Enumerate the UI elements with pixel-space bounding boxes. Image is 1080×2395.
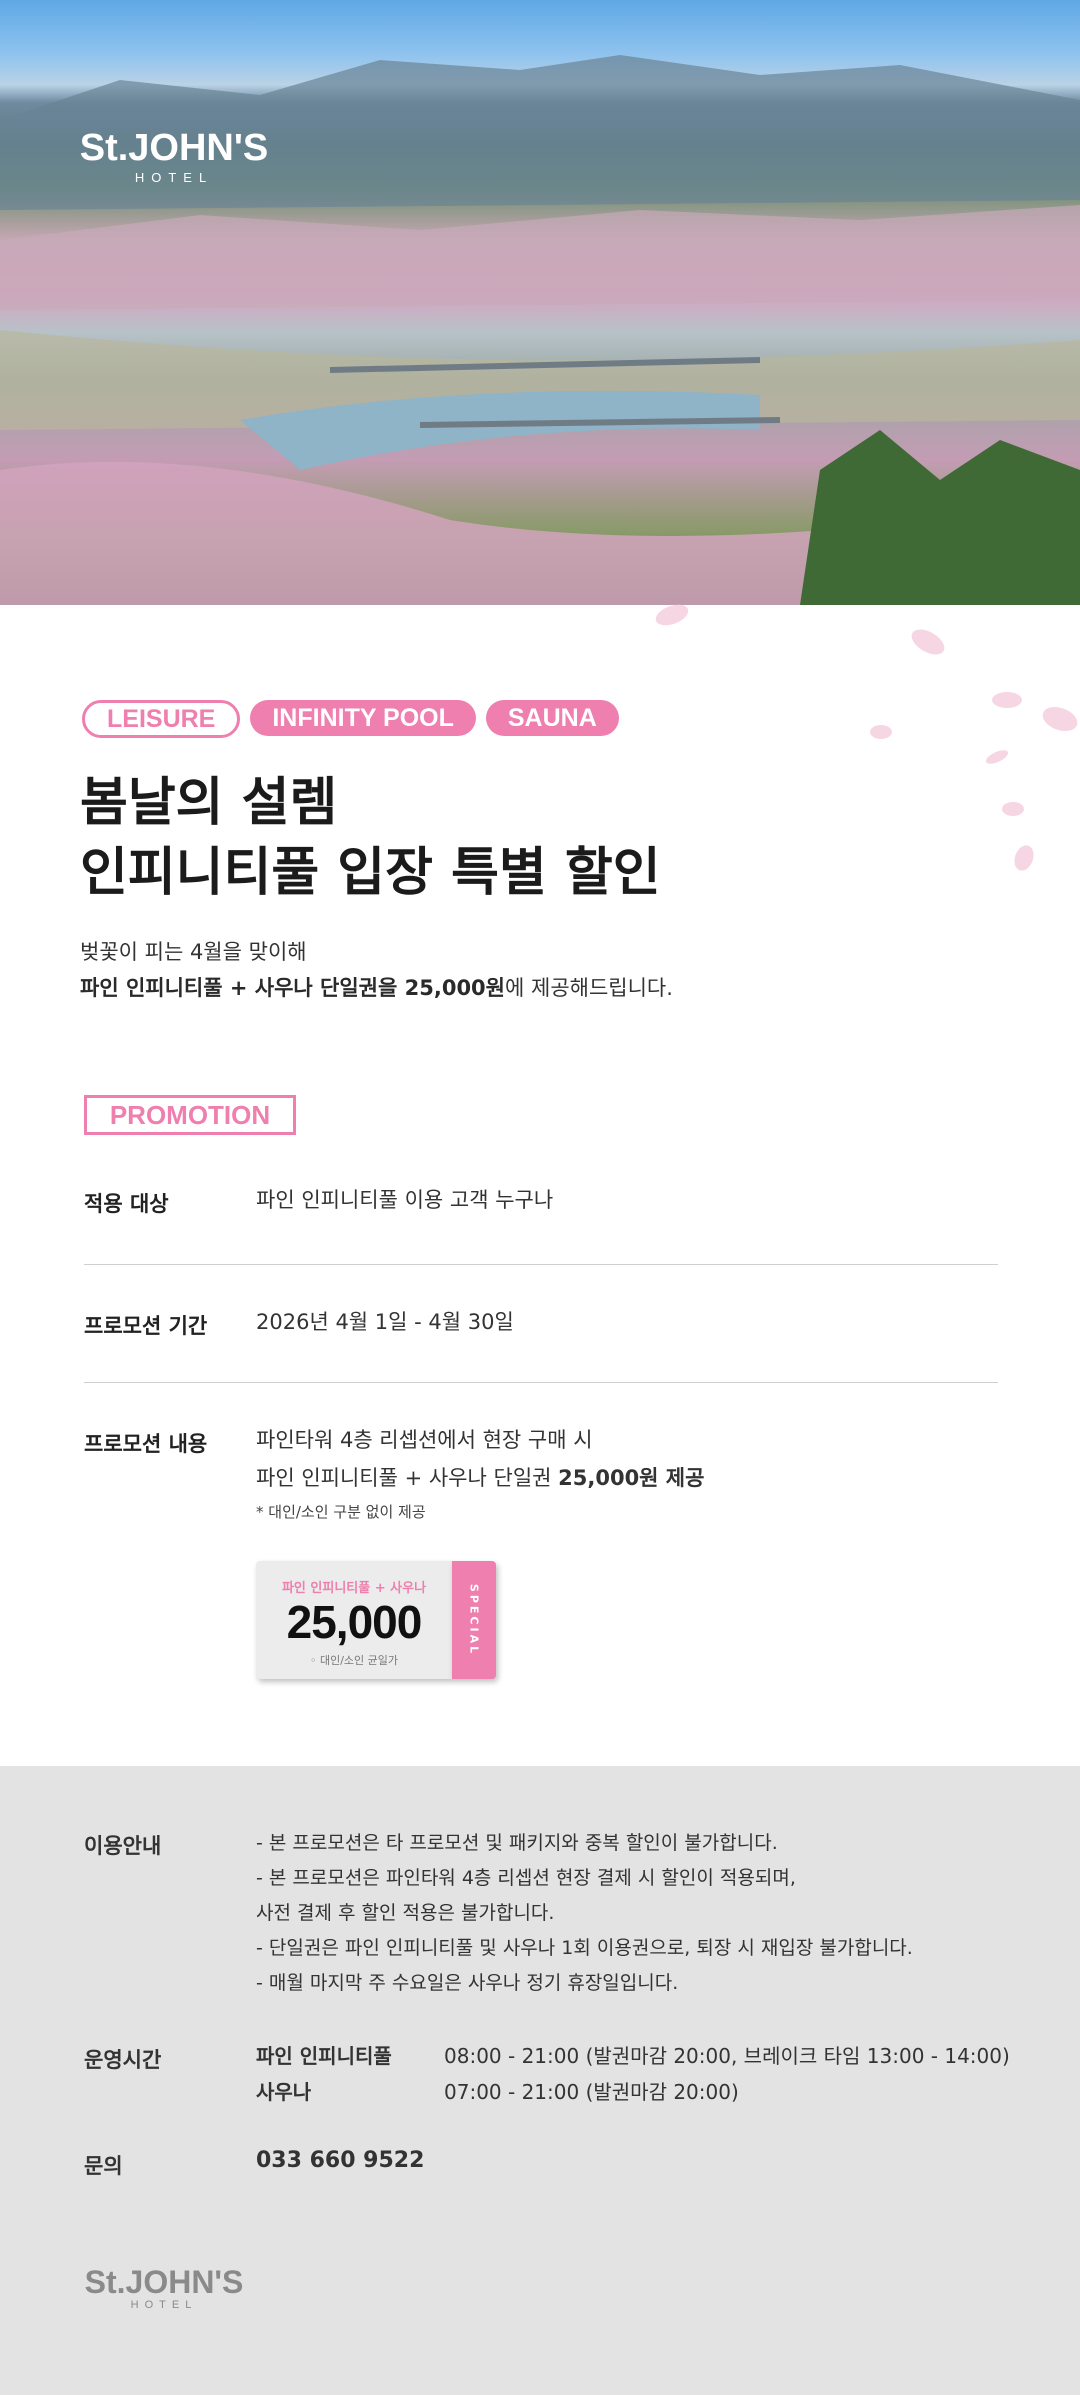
hours-time: 08:00 - 21:00 (발권마감 20:00, 브레이크 타임 13:00… — [444, 2044, 1010, 2068]
row-label: 프로모션 기간 — [84, 1314, 208, 1338]
note-line: - 단일권은 파인 인피니티풀 및 사우나 1회 이용권으로, 퇴장 시 재입장… — [256, 1937, 913, 1959]
row-value: 2026년 4월 1일 - 4월 30일 — [256, 1310, 514, 1334]
title-line-1: 봄날의 설렘 — [80, 773, 338, 833]
divider — [84, 1264, 998, 1265]
footer-logo[interactable]: St.JOHN'S HOTEL — [84, 2265, 244, 2311]
petal-decoration — [1002, 802, 1024, 816]
hours-list: 파인 인피니티풀 08:00 - 21:00 (발권마감 20:00, 브레이크 … — [256, 2038, 1010, 2110]
content-line-2: 파인 인피니티풀 + 사우나 단일권 25,000원 제공 — [256, 1459, 704, 1497]
intro-line-2: 파인 인피니티풀 + 사우나 단일권을 25,000원에 제공해드립니다. — [80, 970, 673, 1006]
hours-row: 사우나 07:00 - 21:00 (발권마감 20:00) — [256, 2074, 1010, 2110]
footer-logo-sub: HOTEL — [130, 2299, 198, 2311]
category-tags: LEISURE INFINITY POOL SAUNA — [82, 700, 619, 738]
petal-decoration — [992, 692, 1022, 708]
hours-name: 파인 인피니티풀 — [256, 2044, 392, 2068]
intro-rest: 에 제공해드립니다. — [505, 976, 673, 1000]
note-line: - 본 프로모션은 타 프로모션 및 패키지와 중복 할인이 불가합니다. — [256, 1832, 778, 1854]
hours-label: 운영시간 — [84, 2048, 162, 2072]
intro-line-1: 벚꽃이 피는 4월을 맞이해 — [80, 940, 307, 964]
hours-time: 07:00 - 21:00 (발권마감 20:00) — [444, 2080, 739, 2104]
usage-label: 이용안내 — [84, 1834, 162, 1858]
note-line: - 본 프로모션은 파인타워 4층 리셉션 현장 결제 시 할인이 적용되며, — [256, 1867, 796, 1889]
petal-decoration — [984, 747, 1010, 767]
ticket-note: ◦ 대인/소인 균일가 — [309, 1654, 399, 1667]
content-line-2-highlight: 25,000원 제공 — [558, 1466, 705, 1490]
hours-name: 사우나 — [256, 2080, 312, 2104]
content-note: * 대인/소인 구분 없이 제공 — [256, 1503, 426, 1521]
divider — [84, 1382, 998, 1383]
content-line-1: 파인타워 4층 리셉션에서 현장 구매 시 — [256, 1428, 593, 1452]
contact-label: 문의 — [84, 2154, 123, 2178]
row-value: 파인타워 4층 리셉션에서 현장 구매 시 파인 인피니티풀 + 사우나 단일권… — [256, 1421, 704, 1527]
petal-decoration — [652, 600, 692, 630]
intro-text: 벚꽃이 피는 4월을 맞이해 파인 인피니티풀 + 사우나 단일권을 25,00… — [80, 934, 673, 1006]
hotel-logo[interactable]: St.JOHN'S HOTEL — [76, 128, 272, 185]
title-line-2: 인피니티풀 입장 특별 할인 — [80, 843, 661, 903]
footer-logo-brand: St.JOHN'S — [84, 2264, 244, 2300]
ticket-stub: SPECIAL — [452, 1561, 496, 1679]
petal-decoration — [870, 725, 892, 739]
contact-phone[interactable]: 033 660 9522 — [256, 2148, 424, 2173]
petal-decoration — [1039, 702, 1080, 736]
page-title: 봄날의 설렘 인피니티풀 입장 특별 할인 — [80, 768, 661, 908]
ticket-stub-label: SPECIAL — [467, 1583, 481, 1657]
hero-landscape — [0, 55, 1080, 605]
ticket-title: 파인 인피니티풀 + 사우나 — [281, 1581, 427, 1596]
ticket-price: 25,000 — [286, 1596, 423, 1648]
content-line-2-text: 파인 인피니티풀 + 사우나 단일권 — [256, 1466, 559, 1490]
intro-highlight: 파인 인피니티풀 + 사우나 단일권을 25,000원 — [80, 976, 505, 1000]
price-ticket: 파인 인피니티풀 + 사우나 25,000 ◦ 대인/소인 균일가 SPECIA… — [256, 1561, 496, 1679]
row-value: 파인 인피니티풀 이용 고객 누구나 — [256, 1188, 554, 1212]
note-line: 사전 결제 후 할인 적용은 불가합니다. — [256, 1902, 555, 1924]
tag-leisure: LEISURE — [82, 700, 241, 738]
petal-decoration — [1011, 842, 1037, 874]
petal-decoration — [907, 624, 949, 660]
ticket-body: 파인 인피니티풀 + 사우나 25,000 ◦ 대인/소인 균일가 — [256, 1561, 452, 1679]
tag-infinity-pool: INFINITY POOL — [250, 700, 476, 736]
usage-notes: - 본 프로모션은 타 프로모션 및 패키지와 중복 할인이 불가합니다. - … — [256, 1826, 1016, 2001]
hero-image: St.JOHN'S HOTEL — [0, 0, 1080, 605]
logo-sub: HOTEL — [134, 170, 214, 185]
logo-brand: St.JOHN'S — [79, 127, 269, 169]
row-label: 프로모션 내용 — [84, 1432, 208, 1456]
tag-sauna: SAUNA — [485, 700, 619, 736]
hours-row: 파인 인피니티풀 08:00 - 21:00 (발권마감 20:00, 브레이크 … — [256, 2038, 1010, 2074]
row-label: 적용 대상 — [84, 1192, 169, 1216]
promotion-label: PROMOTION — [84, 1095, 296, 1135]
note-line: - 매월 마지막 주 수요일은 사우나 정기 휴장일입니다. — [256, 1972, 679, 1994]
